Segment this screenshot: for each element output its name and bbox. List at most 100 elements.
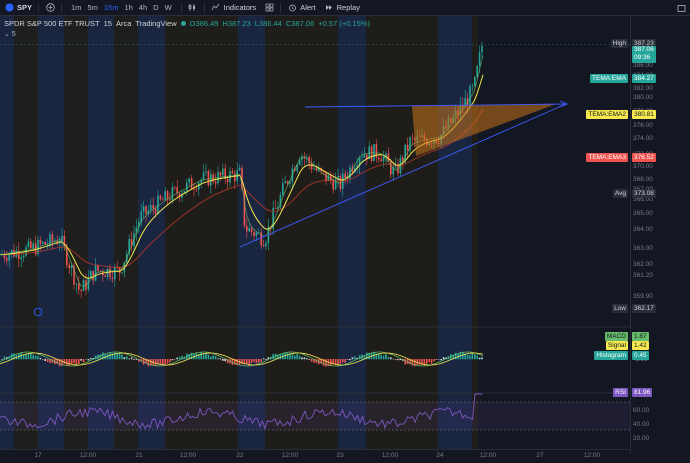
layout-icon[interactable]: [676, 3, 686, 13]
macd-histogram-bar: [123, 357, 126, 360]
toolbar-right: [676, 0, 686, 16]
price-tick-label: 374.00: [633, 135, 653, 142]
price-axis[interactable]: 386.00384.00382.00380.00378.00376.00374.…: [630, 16, 690, 453]
macd-histogram-bar: [385, 354, 387, 360]
macd-histogram-bar: [394, 359, 397, 360]
macd-histogram-bar: [387, 356, 390, 360]
candle-body: [121, 272, 123, 274]
time-tick-label: 12:00: [583, 452, 601, 459]
candle-body: [30, 241, 32, 249]
candle-body: [284, 181, 286, 184]
macd-histogram-bar: [118, 353, 121, 360]
candle-body: [94, 265, 97, 281]
macd-histogram-bar: [466, 354, 469, 360]
timeframe-W[interactable]: W: [162, 3, 175, 12]
macd-histogram-bar: [217, 358, 219, 360]
macd-histogram-bar: [339, 359, 342, 364]
macd-histogram-bar: [382, 355, 385, 360]
macd-histogram-bar: [126, 356, 128, 360]
replay-button[interactable]: Replay: [320, 0, 364, 16]
timeframe-5m[interactable]: 5m: [84, 3, 100, 12]
timeframe-group: 1m 5m 15m 1h 4h D W: [64, 0, 179, 16]
templates-button[interactable]: [260, 0, 278, 16]
compare-button[interactable]: [41, 0, 59, 16]
candle-body: [140, 211, 142, 222]
histogram-tag-label: Histogram: [594, 351, 628, 360]
macd-histogram-bar: [78, 359, 80, 365]
macd-histogram-bar: [159, 359, 162, 365]
candle-body: [169, 199, 171, 201]
candle-body: [255, 232, 258, 236]
candle-body: [219, 172, 222, 176]
macd-histogram-bar: [176, 357, 178, 360]
chart-pane[interactable]: [0, 16, 630, 453]
symbol-selector[interactable]: SPY: [0, 0, 36, 16]
time-tick-label: 21: [135, 452, 143, 459]
indicator-legend-toggle[interactable]: ⌄ 5: [4, 30, 16, 38]
session-band: [265, 16, 338, 453]
rsi-tag-label: RSI: [613, 388, 628, 397]
legend-high: H387.23: [222, 19, 251, 28]
macd-histogram-bar: [130, 357, 133, 360]
divider: [203, 2, 205, 13]
candle-body: [164, 191, 166, 201]
macd-histogram-bar: [469, 355, 471, 360]
chart-canvas[interactable]: [0, 16, 630, 453]
candle-body: [248, 228, 250, 232]
candle-body: [8, 254, 10, 261]
price-tick-label: 386.00: [633, 62, 653, 69]
macd-histogram-bar: [73, 359, 75, 364]
candle-body: [332, 180, 334, 190]
chevron-down-icon: ⌄: [4, 31, 10, 38]
macd-histogram-bar: [157, 359, 159, 364]
chart-type-button[interactable]: [184, 0, 202, 16]
alarm-clock-icon: [287, 3, 297, 13]
macd-histogram-bar: [68, 359, 70, 366]
top-toolbar: SPY 1m5m15m1h4hDW Indicators Alert: [0, 0, 690, 16]
macd-histogram-bar: [34, 355, 37, 360]
candle-body: [262, 245, 265, 247]
macd-histogram-bar: [332, 359, 334, 364]
candle-body: [205, 171, 207, 173]
macd-histogram-bar: [296, 354, 298, 360]
timeframe-D[interactable]: D: [150, 3, 161, 12]
candle-body: [75, 283, 78, 285]
macd-histogram-bar: [306, 358, 308, 360]
session-band: [88, 16, 114, 453]
candle-body: [176, 187, 178, 194]
triangle-pattern-fill: [412, 104, 556, 156]
timeframe-1h[interactable]: 1h: [121, 3, 135, 12]
bar-countdown: 09:36: [634, 54, 651, 61]
macd-histogram-bar: [3, 356, 6, 360]
candle-body: [142, 206, 145, 212]
candle-body: [310, 163, 313, 170]
candle-body: [404, 144, 406, 162]
macd-tag-label: MACD: [604, 332, 628, 341]
candle-body: [474, 76, 476, 86]
timeframe-1m[interactable]: 1m: [68, 3, 84, 12]
time-axis[interactable]: 17 12:00 21 12:00 22 12:00 23 12:00 24 12:00 27 12:…: [0, 449, 630, 463]
tema2-tag-label: TEMA:EMA2: [586, 110, 628, 119]
time-tick-label: 17: [34, 452, 42, 459]
candle-body: [152, 205, 154, 209]
macd-histogram-bar: [178, 356, 181, 360]
timeframe-15m[interactable]: 15m: [101, 3, 122, 12]
last-price-tag: 387.06 09:36: [632, 46, 656, 63]
session-band: [64, 16, 88, 453]
macd-histogram-bar: [200, 352, 202, 360]
rsi-tick-label: 60.00: [633, 407, 650, 414]
candle-body: [289, 181, 291, 184]
price-tick-label: 365.00: [633, 210, 653, 217]
candle-body: [82, 280, 85, 291]
macd-histogram-bar: [30, 352, 32, 360]
candle-body: [78, 283, 80, 290]
timeframe-4h[interactable]: 4h: [136, 3, 150, 12]
rsi-tag-value: 81.96: [632, 388, 653, 397]
avg-tag-value: 373.08: [632, 189, 656, 198]
alert-button[interactable]: Alert: [283, 0, 319, 16]
indicators-button[interactable]: Indicators: [207, 0, 261, 16]
candle-body: [363, 154, 366, 158]
candle-body: [171, 187, 174, 201]
high-tag-label: High: [610, 39, 628, 48]
last-price-value: 387.06: [634, 46, 654, 53]
